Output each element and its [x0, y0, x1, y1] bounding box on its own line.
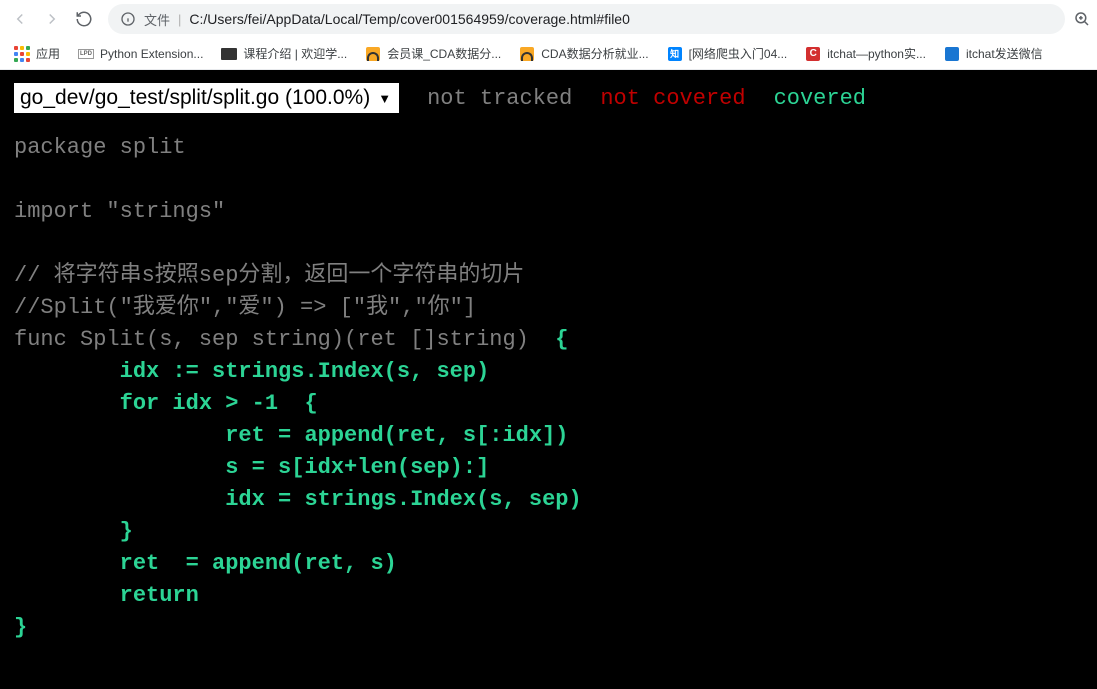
legend-covered: covered	[774, 86, 866, 111]
bookmark-label: 会员课_CDA数据分...	[387, 45, 501, 62]
bookmark-label: 课程介绍 | 欢迎学...	[243, 45, 347, 62]
url-prefix: 文件	[144, 10, 170, 29]
headphone-icon	[519, 46, 535, 62]
bookmark-itchat-py[interactable]: C itchat—python实...	[797, 41, 934, 66]
bookmark-spider[interactable]: 知 [网络爬虫入门04...	[659, 41, 796, 66]
info-icon	[120, 11, 136, 27]
zhihu-icon: 知	[667, 46, 683, 62]
code-line: func Split(s, sep string)(ret []string)	[14, 327, 555, 352]
lpd-icon: LPD	[78, 46, 94, 62]
coverage-page: go_dev/go_test/split/split.go (100.0%) ▼…	[0, 70, 1097, 689]
bookmark-label: Python Extension...	[100, 47, 203, 61]
file-select-label: go_dev/go_test/split/split.go (100.0%)	[20, 86, 370, 110]
bookmark-label: itchat发送微信	[966, 45, 1043, 62]
book-icon	[221, 46, 237, 62]
browser-toolbar: 文件 | C:/Users/fei/AppData/Local/Temp/cov…	[0, 0, 1097, 38]
chevron-down-icon: ▼	[378, 91, 391, 106]
code-line-covered: }	[14, 519, 133, 544]
bookmark-label: CDA数据分析就业...	[541, 45, 648, 62]
file-select[interactable]: go_dev/go_test/split/split.go (100.0%) ▼	[14, 83, 399, 113]
code-line: package split	[14, 135, 186, 160]
red-c-icon: C	[805, 46, 821, 62]
forward-button[interactable]	[38, 5, 66, 33]
code-line-covered: {	[555, 327, 568, 352]
bookmark-course[interactable]: 课程介绍 | 欢迎学...	[213, 41, 355, 66]
code-line-covered: }	[14, 615, 27, 640]
back-button[interactable]	[6, 5, 34, 33]
bookmark-cda-member[interactable]: 会员课_CDA数据分...	[357, 41, 509, 66]
bookmark-cda-job[interactable]: CDA数据分析就业...	[511, 41, 656, 66]
code-block: package split import "strings" // 将字符串s按…	[0, 126, 1097, 664]
url-separator: |	[178, 12, 181, 27]
headphone-icon	[365, 46, 381, 62]
code-line-covered: for idx > -1 {	[14, 391, 318, 416]
bookmark-bar: 应用 LPD Python Extension... 课程介绍 | 欢迎学...…	[0, 38, 1097, 70]
zoom-icon[interactable]	[1073, 10, 1091, 28]
code-line-covered: ret = append(ret, s[:idx])	[14, 423, 569, 448]
bookmark-python-ext[interactable]: LPD Python Extension...	[70, 42, 211, 66]
url-text: C:/Users/fei/AppData/Local/Temp/cover001…	[189, 11, 1053, 27]
legend-not-covered: not covered	[600, 86, 745, 111]
coverage-topbar: go_dev/go_test/split/split.go (100.0%) ▼…	[0, 70, 1097, 126]
apps-button[interactable]: 应用	[6, 41, 68, 66]
apps-label: 应用	[36, 45, 60, 62]
code-line-covered: ret = append(ret, s)	[14, 551, 397, 576]
bookmark-label: [网络爬虫入门04...	[689, 45, 788, 62]
legend-not-tracked: not tracked	[427, 86, 572, 111]
code-line: //Split("我爱你","爱") => ["我","你"]	[14, 295, 476, 320]
reload-button[interactable]	[70, 5, 98, 33]
apps-icon	[14, 46, 30, 62]
code-line: // 将字符串s按照sep分割，返回一个字符串的切片	[14, 263, 524, 288]
bookmark-label: itchat—python实...	[827, 45, 926, 62]
code-line-covered: return	[14, 583, 199, 608]
bookmark-itchat-send[interactable]: itchat发送微信	[936, 41, 1051, 66]
code-line-covered: idx = strings.Index(s, sep)	[14, 487, 582, 512]
code-line-covered: s = s[idx+len(sep):]	[14, 455, 489, 480]
code-line: import "strings"	[14, 199, 225, 224]
code-line-covered: idx := strings.Index(s, sep)	[14, 359, 489, 384]
blue-icon	[944, 46, 960, 62]
url-bar[interactable]: 文件 | C:/Users/fei/AppData/Local/Temp/cov…	[108, 4, 1065, 34]
